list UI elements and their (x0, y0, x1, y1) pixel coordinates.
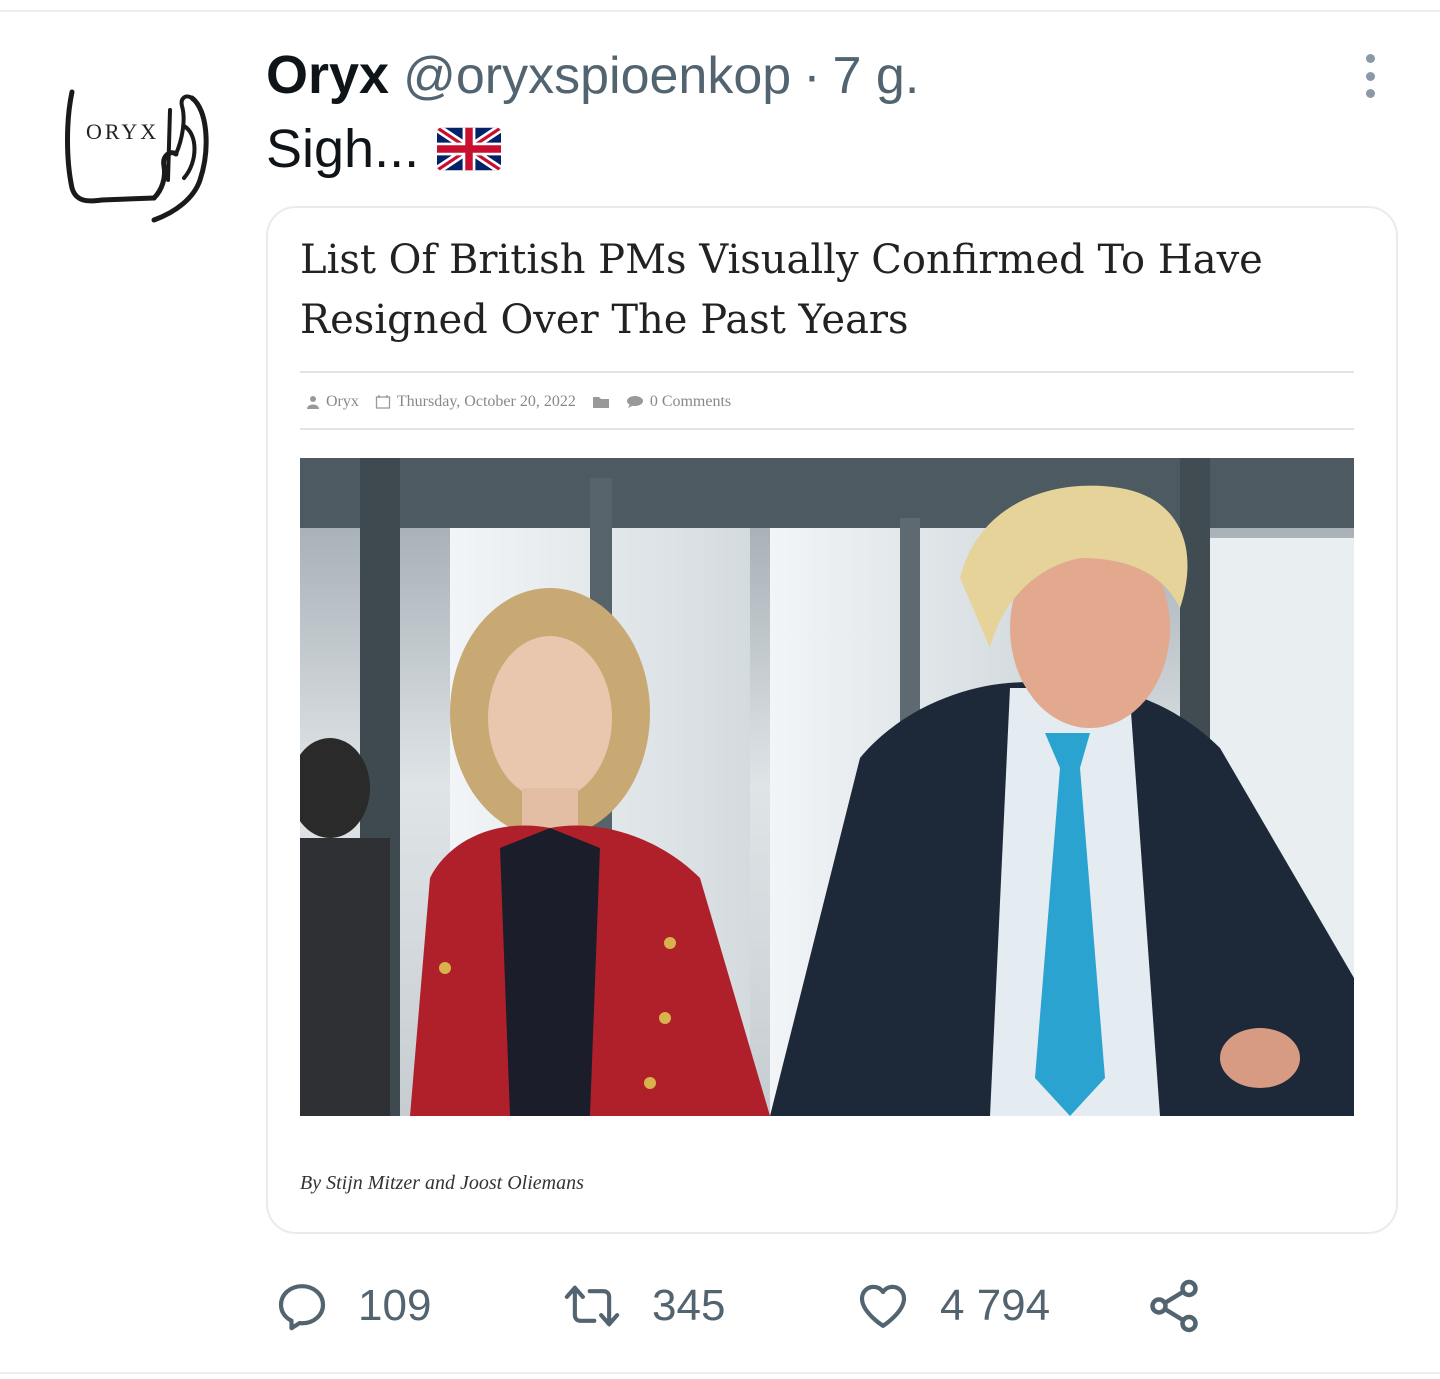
meta-date: Thursday, October 20, 2022 (396, 393, 576, 410)
timestamp[interactable]: 7 g. (833, 46, 920, 106)
article-title: List Of British PMs Visually Confirmed T… (300, 237, 1263, 343)
tweet-actions: 109 345 4 794 (266, 1268, 1226, 1344)
article-photo (300, 458, 1354, 1116)
bottom-divider (0, 1372, 1440, 1374)
tweet-body: Sigh... (266, 119, 420, 179)
photo-illustration (300, 458, 1354, 1116)
share-icon (1150, 1279, 1198, 1333)
retweet-icon (564, 1285, 620, 1327)
link-preview-card[interactable]: List Of British PMs Visually Confirmed T… (266, 206, 1398, 1234)
heart-icon (859, 1284, 907, 1328)
user-icon (307, 396, 319, 409)
uk-flag-icon (437, 127, 502, 171)
display-name[interactable]: Oryx (266, 44, 389, 106)
oryx-logo-icon (65, 89, 209, 223)
tweet-header: Oryx @oryxspioenkop · 7 g. (266, 44, 919, 114)
top-divider (0, 10, 1440, 12)
reply-button[interactable]: 109 (274, 1268, 431, 1344)
retweet-count: 345 (652, 1281, 726, 1330)
retweet-button[interactable]: 345 (560, 1268, 725, 1344)
user-handle[interactable]: @oryxspioenkop (403, 46, 791, 106)
more-dot (1365, 89, 1375, 98)
like-count: 4 794 (940, 1281, 1051, 1330)
comments-icon (626, 396, 643, 408)
more-dot (1365, 54, 1375, 63)
article-meta: Oryx Thursday, October 20, 2022 0 Commen… (306, 388, 731, 416)
calendar-icon (375, 395, 391, 409)
meta-divider-top (300, 371, 1354, 373)
meta-comments: 0 Comments (649, 393, 732, 410)
article-byline: By Stijn Mitzer and Joost Oliemans (300, 1172, 584, 1194)
avatar-label: ORYX (86, 119, 160, 144)
reply-count: 109 (358, 1281, 432, 1330)
more-dot (1365, 71, 1375, 81)
share-button[interactable] (1144, 1268, 1204, 1344)
folder-icon (592, 397, 609, 408)
separator-dot: · (803, 47, 821, 105)
reply-icon (278, 1284, 326, 1331)
like-button[interactable]: 4 794 (854, 1268, 1050, 1344)
meta-divider-bottom (300, 428, 1354, 430)
tweet-text: Sigh... (266, 118, 502, 180)
meta-author: Oryx (326, 393, 359, 410)
more-options-icon[interactable] (1352, 50, 1388, 102)
avatar[interactable]: ORYX (58, 70, 228, 240)
